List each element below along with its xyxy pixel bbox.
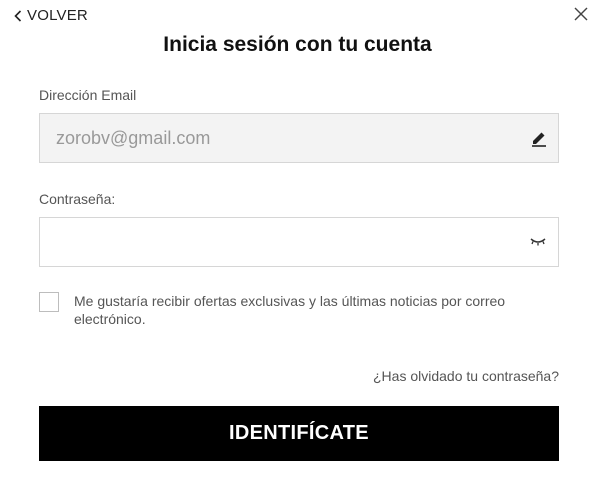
email-field-container [39, 113, 559, 163]
close-icon[interactable] [573, 6, 589, 22]
back-label: VOLVER [27, 7, 88, 24]
password-label: Contraseña: [39, 191, 116, 207]
eye-closed-icon [530, 238, 546, 246]
newsletter-checkbox[interactable] [39, 292, 59, 312]
page-title: Inicia sesión con tu cuenta [163, 33, 432, 56]
newsletter-option: Me gustaría recibir ofertas exclusivas y… [39, 292, 559, 328]
pencil-icon [531, 132, 546, 147]
password-field-container [39, 217, 559, 267]
email-field[interactable] [40, 114, 518, 162]
email-label: Dirección Email [39, 87, 137, 103]
toggle-password-visibility[interactable] [518, 218, 558, 266]
login-button[interactable]: IDENTIFÍCATE [39, 406, 559, 461]
back-link[interactable]: VOLVER [14, 7, 88, 24]
password-field[interactable] [40, 218, 518, 266]
chevron-left-icon [14, 9, 22, 22]
edit-email-button[interactable] [518, 114, 558, 162]
forgot-password-link[interactable]: ¿Has olvidado tu contraseña? [373, 368, 559, 384]
newsletter-text: Me gustaría recibir ofertas exclusivas y… [74, 293, 506, 327]
